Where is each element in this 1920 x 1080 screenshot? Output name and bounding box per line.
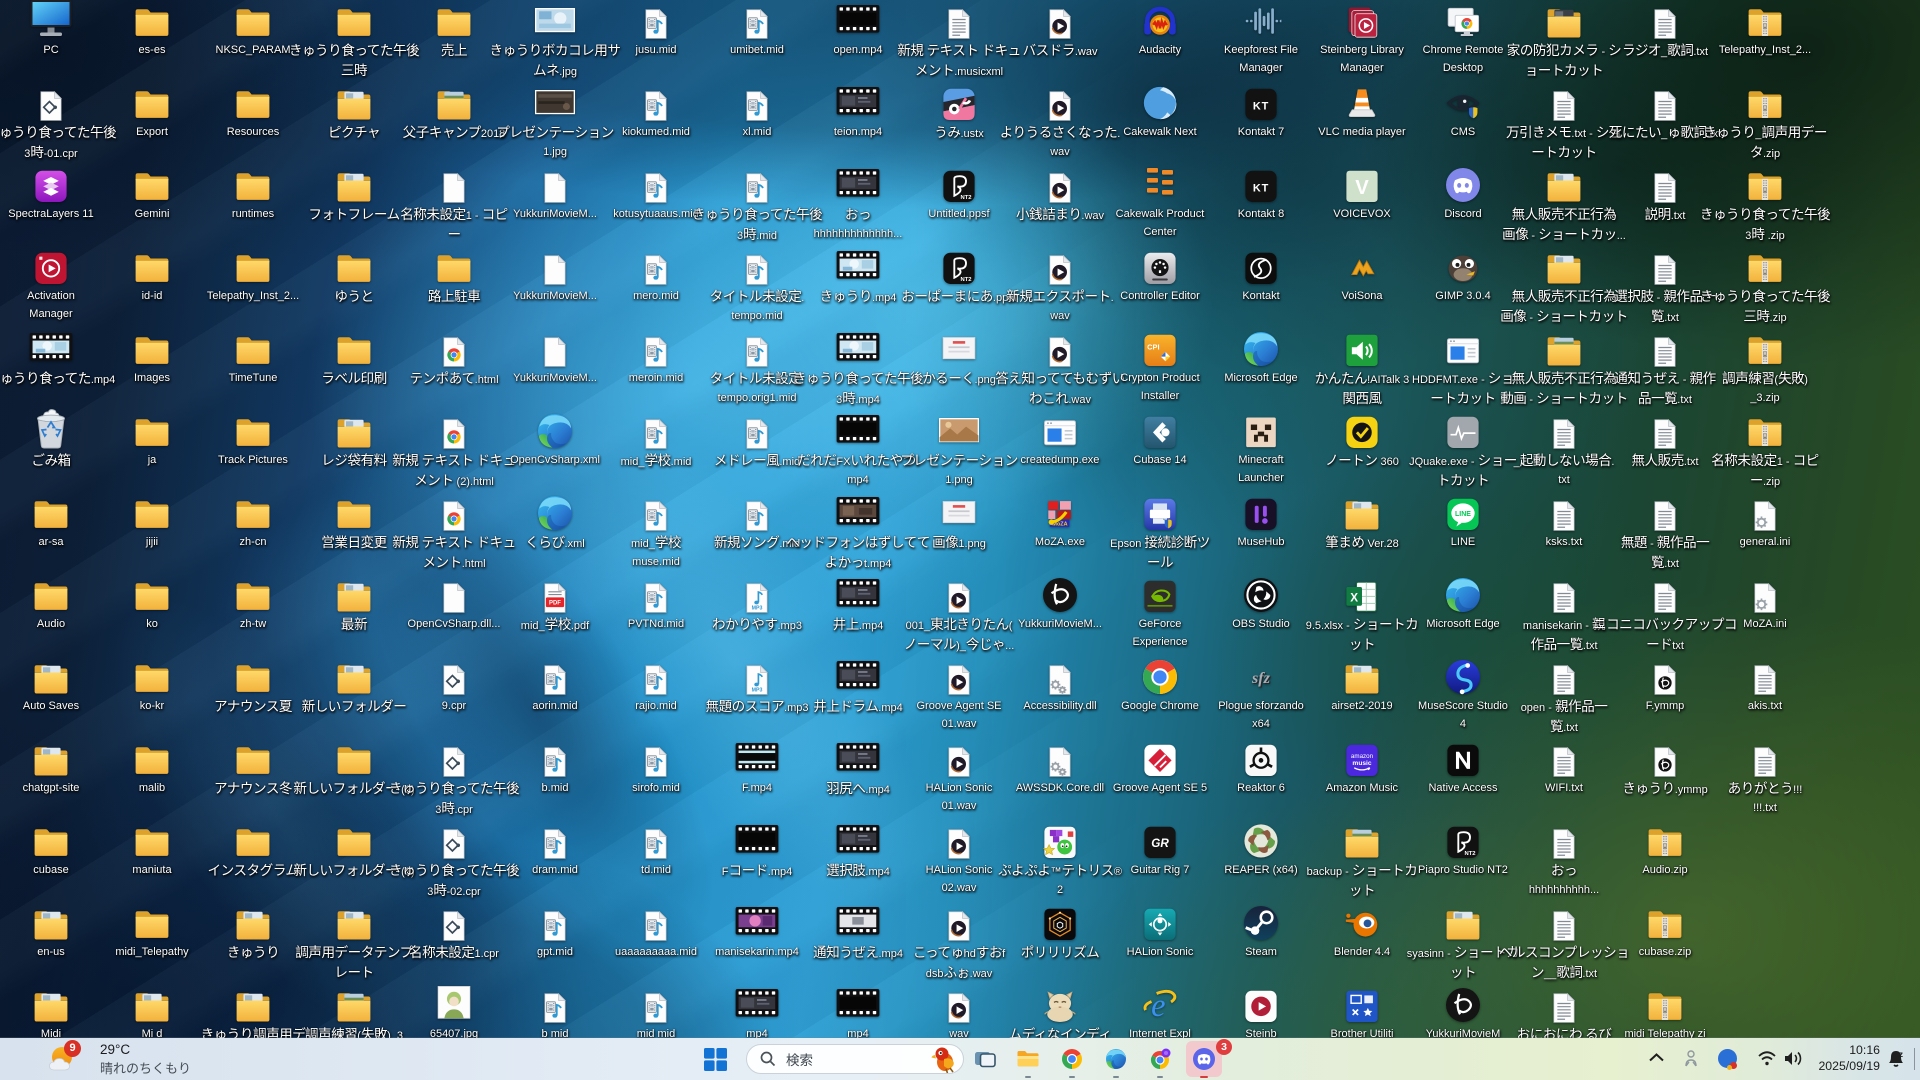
svg-text:z: z bbox=[1899, 1050, 1903, 1059]
